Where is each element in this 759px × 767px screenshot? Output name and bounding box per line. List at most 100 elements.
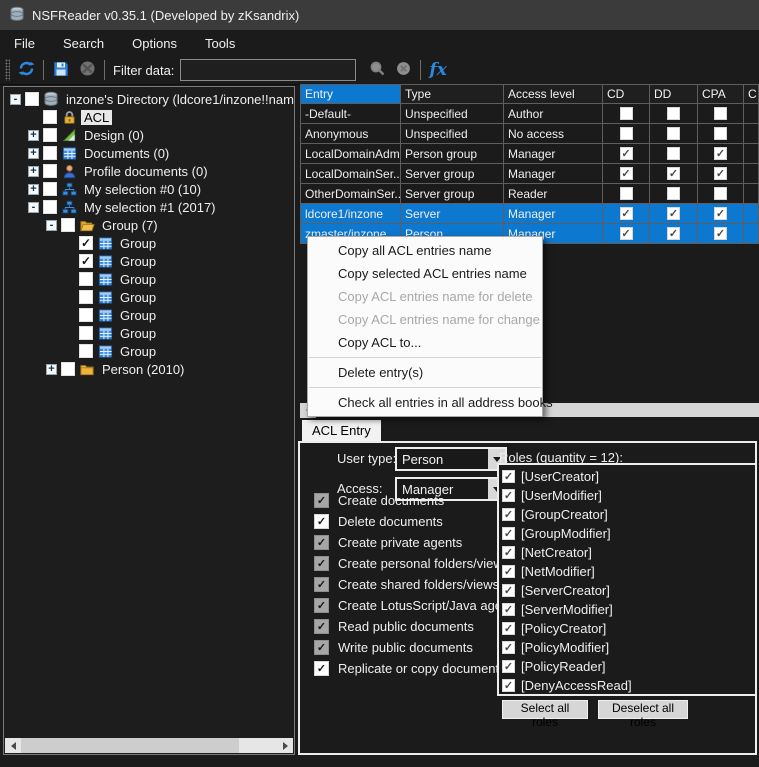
- table-checkbox[interactable]: ✓: [667, 167, 680, 180]
- table-checkbox[interactable]: ✓: [714, 147, 727, 160]
- role-checkbox[interactable]: ✓: [502, 489, 515, 502]
- context-menu-item[interactable]: Copy selected ACL entries name: [308, 262, 542, 285]
- column-header-accesslevel[interactable]: Access level: [504, 85, 603, 104]
- role-checkbox[interactable]: ✓: [502, 584, 515, 597]
- expand-icon[interactable]: +: [46, 364, 57, 375]
- table-checkbox[interactable]: ✓: [620, 227, 633, 240]
- tree-checkbox[interactable]: [43, 182, 57, 196]
- table-checkbox[interactable]: ✓: [620, 207, 633, 220]
- expand-icon[interactable]: +: [28, 184, 39, 195]
- tree-item[interactable]: ✓ Group: [4, 234, 294, 252]
- role-item[interactable]: ✓[PolicyCreator]: [502, 619, 755, 638]
- context-menu-item[interactable]: Copy all ACL entries name: [308, 239, 542, 262]
- role-checkbox[interactable]: ✓: [502, 603, 515, 616]
- table-checkbox[interactable]: ✓: [620, 147, 633, 160]
- acl-entry-row[interactable]: ldcore1/inzoneServerManager✓✓✓: [301, 204, 759, 224]
- tree-checkbox[interactable]: ✓: [79, 236, 93, 250]
- tree-item[interactable]: -Group (7): [4, 216, 294, 234]
- role-checkbox[interactable]: ✓: [502, 660, 515, 673]
- scroll-right-icon[interactable]: [277, 738, 293, 753]
- tree-item-label[interactable]: inzone's Directory (ldcore1/inzone!!name…: [63, 92, 295, 107]
- permission-checkbox[interactable]: ✓: [314, 619, 329, 634]
- role-item[interactable]: ✓[PolicyReader]: [502, 657, 755, 676]
- tree-item-label[interactable]: Design (0): [81, 128, 147, 143]
- expand-icon[interactable]: +: [28, 130, 39, 141]
- context-menu-item[interactable]: Delete entry(s): [308, 361, 542, 384]
- column-header-entry[interactable]: Entry: [301, 85, 401, 104]
- role-item[interactable]: ✓[GroupModifier]: [502, 524, 755, 543]
- refresh-button[interactable]: [13, 58, 39, 82]
- tree-item[interactable]: Group: [4, 342, 294, 360]
- tree-checkbox[interactable]: [79, 290, 93, 304]
- tree-checkbox[interactable]: [25, 92, 39, 106]
- role-checkbox[interactable]: ✓: [502, 679, 515, 692]
- formula-icon[interactable]: fx: [429, 60, 446, 80]
- permission-checkbox[interactable]: ✓: [314, 493, 329, 508]
- acl-entry-row[interactable]: -Default-UnspecifiedAuthor: [301, 104, 759, 124]
- table-checkbox[interactable]: ✓: [667, 227, 680, 240]
- role-checkbox[interactable]: ✓: [502, 470, 515, 483]
- role-checkbox[interactable]: ✓: [502, 641, 515, 654]
- context-menu-item[interactable]: Copy ACL to...: [308, 331, 542, 354]
- role-item[interactable]: ✓[UserModifier]: [502, 486, 755, 505]
- expand-icon[interactable]: +: [28, 148, 39, 159]
- permission-checkbox[interactable]: ✓: [314, 577, 329, 592]
- tree-item[interactable]: +Documents (0): [4, 144, 294, 162]
- search-button[interactable]: [364, 58, 390, 82]
- tree-checkbox[interactable]: [79, 326, 93, 340]
- acl-entry-row[interactable]: AnonymousUnspecifiedNo access: [301, 124, 759, 144]
- role-checkbox[interactable]: ✓: [502, 546, 515, 559]
- role-checkbox[interactable]: ✓: [502, 565, 515, 578]
- deselect-all-roles-button[interactable]: Deselect all roles: [598, 700, 688, 719]
- tree-item[interactable]: + My selection #0 (10): [4, 180, 294, 198]
- tree-item-label[interactable]: Group: [117, 344, 159, 359]
- menu-options[interactable]: Options: [118, 32, 191, 55]
- tree-item-label[interactable]: ACL: [81, 110, 112, 125]
- role-checkbox[interactable]: ✓: [502, 527, 515, 540]
- menu-tools[interactable]: Tools: [191, 32, 249, 55]
- table-checkbox[interactable]: [620, 127, 633, 140]
- table-checkbox[interactable]: [714, 127, 727, 140]
- collapse-icon[interactable]: -: [28, 202, 39, 213]
- tree-checkbox[interactable]: ✓: [79, 254, 93, 268]
- tree-item-label[interactable]: My selection #0 (10): [81, 182, 204, 197]
- tree-item[interactable]: ACL: [4, 108, 294, 126]
- scrollbar-thumb[interactable]: [21, 738, 239, 753]
- tab-acl-entry[interactable]: ACL Entry: [302, 420, 381, 441]
- column-header-c[interactable]: C: [744, 85, 759, 104]
- tree-item-label[interactable]: Profile documents (0): [81, 164, 211, 179]
- tree-checkbox[interactable]: [61, 362, 75, 376]
- tree-item-label[interactable]: Group: [117, 254, 159, 269]
- tree-checkbox[interactable]: [79, 272, 93, 286]
- tree-item-label[interactable]: Group: [117, 236, 159, 251]
- save-button[interactable]: [48, 58, 74, 82]
- role-item[interactable]: ✓[PolicyModifier]: [502, 638, 755, 657]
- table-checkbox[interactable]: [714, 187, 727, 200]
- tree-hscrollbar[interactable]: [5, 738, 293, 753]
- tree-checkbox[interactable]: [43, 164, 57, 178]
- permission-checkbox[interactable]: ✓: [314, 661, 329, 676]
- tree-item-label[interactable]: Person (2010): [99, 362, 187, 377]
- scroll-left-icon[interactable]: [5, 738, 21, 753]
- clear-search-button[interactable]: [390, 58, 416, 82]
- table-checkbox[interactable]: ✓: [714, 207, 727, 220]
- permission-checkbox[interactable]: ✓: [314, 556, 329, 571]
- table-checkbox[interactable]: [714, 107, 727, 120]
- tree-item[interactable]: - My selection #1 (2017): [4, 198, 294, 216]
- role-item[interactable]: ✓[UserCreator]: [502, 467, 755, 486]
- tree-item-label[interactable]: My selection #1 (2017): [81, 200, 219, 215]
- tree-item[interactable]: Group: [4, 270, 294, 288]
- permission-checkbox[interactable]: ✓: [314, 514, 329, 529]
- tree-item[interactable]: Group: [4, 288, 294, 306]
- collapse-icon[interactable]: -: [10, 94, 21, 105]
- menu-search[interactable]: Search: [49, 32, 118, 55]
- tree-checkbox[interactable]: [43, 200, 57, 214]
- tree-item[interactable]: - inzone's Directory (ldcore1/inzone!!nam…: [4, 90, 294, 108]
- tree-item-label[interactable]: Group: [117, 308, 159, 323]
- context-menu-item[interactable]: Check all entries in all address books: [308, 391, 542, 414]
- table-checkbox[interactable]: [620, 187, 633, 200]
- role-item[interactable]: ✓[ServerCreator]: [502, 581, 755, 600]
- tree-item[interactable]: +Profile documents (0): [4, 162, 294, 180]
- column-header-dd[interactable]: DD: [650, 85, 698, 104]
- role-item[interactable]: ✓[NetModifier]: [502, 562, 755, 581]
